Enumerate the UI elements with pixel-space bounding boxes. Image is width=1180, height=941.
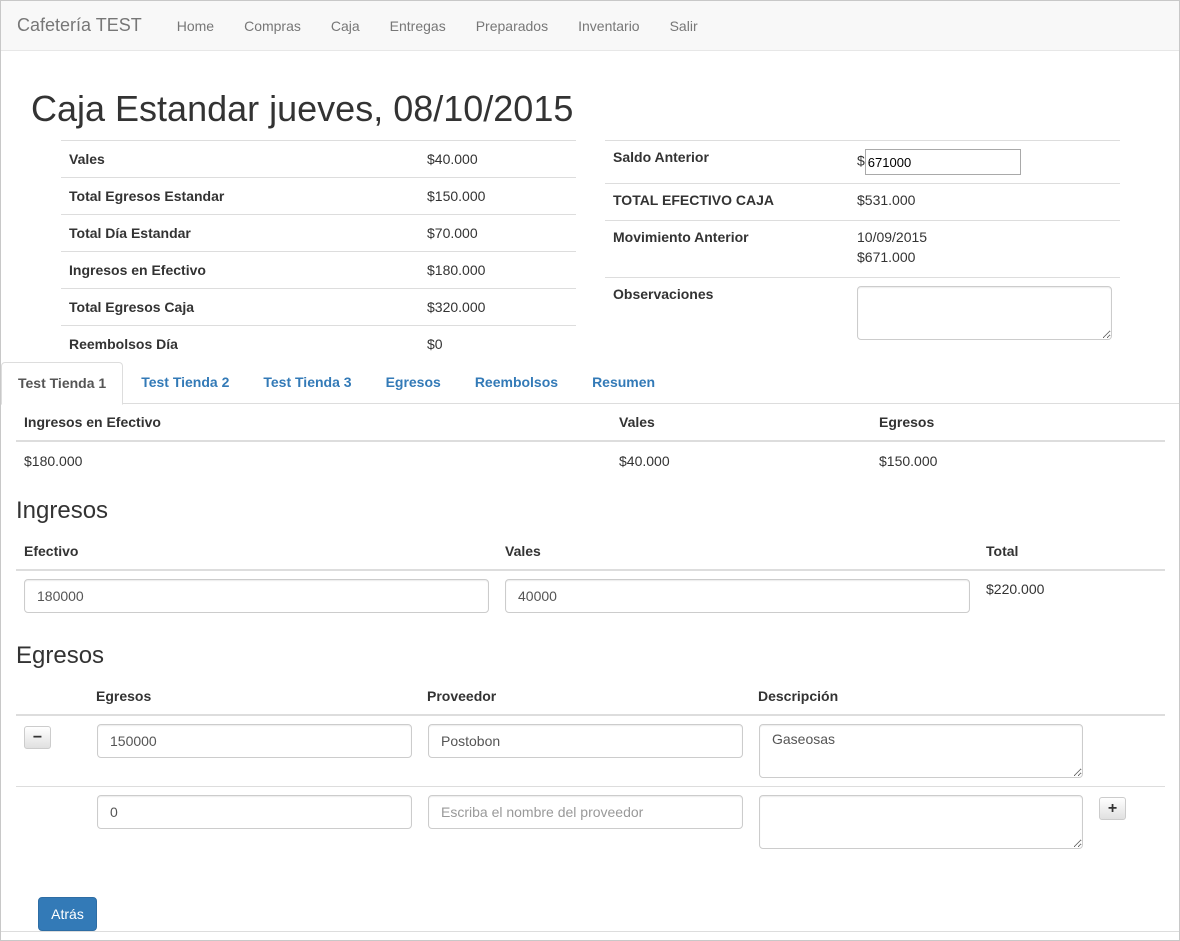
summary-row: Total Egresos Estandar $150.000 [61,177,576,215]
header-divider [16,714,1165,716]
page-title: Caja Estandar jueves, 08/10/2015 [31,88,574,129]
remove-row-button[interactable]: − [24,726,51,749]
ingresos-total: $220.000 [986,581,1045,597]
summary-row: Total Egresos Caja $320.000 [61,288,576,326]
tab-reembolsos[interactable]: Reembolsos [459,362,574,404]
summary-value: $40.000 [419,140,576,178]
movimiento-date: 10/09/2015 [857,229,928,245]
summary-value: $70.000 [419,214,576,252]
nav-link-preparados[interactable]: Preparados [461,18,563,34]
summary-row: Ingresos en Efectivo $180.000 [61,251,576,289]
back-button[interactable]: Atrás [38,897,97,931]
saldo-anterior-label: Saldo Anterior [605,140,849,184]
summary-label: Total Egresos Caja [61,288,419,326]
summary-value: $0 [419,325,576,363]
column-header: Egresos [871,404,1165,442]
column-header-proveedor: Proveedor [427,688,497,704]
column-header: Total [978,533,1165,571]
tab-test-tienda-1[interactable]: Test Tienda 1 [1,362,124,405]
tab-test-tienda-3[interactable]: Test Tienda 3 [247,362,367,404]
observaciones-label: Observaciones [605,277,849,351]
navbar-brand[interactable]: Cafetería TEST [1,15,157,36]
total-efectivo-row: TOTAL EFECTIVO CAJA $531.000 [605,183,1120,221]
row-divider [16,786,1165,787]
nav-link-salir[interactable]: Salir [655,18,713,34]
table-cell: $180.000 [24,452,83,469]
column-header-egresos: Egresos [96,688,152,704]
tab-bar: Test Tienda 1 Test Tienda 2 Test Tienda … [1,362,1179,405]
vales-input[interactable] [505,579,970,613]
summary-label: Total Día Estandar [61,214,419,252]
egreso-monto-input[interactable] [97,724,412,758]
summary-label: Vales [61,140,419,178]
observaciones-cell [849,277,1120,351]
ingresos-heading: Ingresos [16,497,109,524]
nav-link-entregas[interactable]: Entregas [375,18,461,34]
summary-value: $150.000 [419,177,576,215]
summary-label: Total Egresos Estandar [61,177,419,215]
observaciones-textarea[interactable] [857,286,1112,340]
efectivo-cell [16,570,497,616]
proveedor-input-new[interactable] [428,795,743,829]
vales-cell [497,570,978,616]
column-header: Vales [497,533,978,571]
proveedor-input[interactable] [428,724,743,758]
total-efectivo-value: $531.000 [849,183,1120,221]
nav-link-inventario[interactable]: Inventario [563,18,654,34]
saldo-anterior-cell: $ [849,140,1120,184]
summary-row: Vales $40.000 [61,140,576,178]
nav-link-compras[interactable]: Compras [229,18,316,34]
summary-table-right: Saldo Anterior $ TOTAL EFECTIVO CAJA $53… [605,140,1120,351]
tab-resumen[interactable]: Resumen [576,362,671,404]
summary-label: Reembolsos Día [61,325,419,363]
nav-link-home[interactable]: Home [162,18,229,34]
movimiento-row: Movimiento Anterior 10/09/2015 $671.000 [605,220,1120,278]
tab-test-tienda-2[interactable]: Test Tienda 2 [125,362,245,404]
store-table: Ingresos en Efectivo Vales Egresos $180.… [16,404,1165,479]
saldo-anterior-input[interactable] [864,149,1021,175]
movimiento-anterior-label: Movimiento Anterior [605,220,849,278]
column-header-descripcion: Descripción [758,688,839,704]
plus-icon: + [1107,799,1118,817]
tab-egresos[interactable]: Egresos [370,362,457,404]
table-cell: $150.000 [879,452,938,469]
movimiento-anterior-cell: 10/09/2015 $671.000 [849,220,1120,278]
efectivo-input[interactable] [24,579,489,613]
ingresos-row: $220.000 [16,570,1165,616]
currency-prefix: $ [857,152,865,169]
egreso-monto-input-new[interactable] [97,795,412,829]
egresos-heading: Egresos [16,642,105,669]
movimiento-value: $671.000 [857,249,916,265]
summary-value: $320.000 [419,288,576,326]
summary-label: Ingresos en Efectivo [61,251,419,289]
column-header: Ingresos en Efectivo [16,404,611,442]
observaciones-row: Observaciones [605,277,1120,351]
ingresos-table: Efectivo Vales Total $220.000 [16,533,1165,616]
saldo-row: Saldo Anterior $ [605,140,1120,184]
minus-icon: − [32,728,43,746]
summary-row: Total Día Estandar $70.000 [61,214,576,252]
descripcion-textarea-new[interactable] [759,795,1083,849]
nav-link-caja[interactable]: Caja [316,18,375,34]
column-header: Efectivo [16,533,497,571]
column-header: Vales [611,404,871,442]
add-row-button[interactable]: + [1099,797,1126,820]
table-row: $180.000 $40.000 $150.000 [16,441,1165,479]
descripcion-textarea[interactable]: Gaseosas [759,724,1083,778]
store-table-header: Ingresos en Efectivo Vales Egresos [16,404,1165,442]
footer-divider [1,931,1179,932]
summary-table-left: Vales $40.000 Total Egresos Estandar $15… [61,140,576,363]
ingresos-header: Efectivo Vales Total [16,533,1165,571]
summary-value: $180.000 [419,251,576,289]
table-cell: $40.000 [619,452,670,469]
navbar: Cafetería TEST Home Compras Caja Entrega… [1,1,1179,51]
total-efectivo-label: TOTAL EFECTIVO CAJA [605,183,849,221]
summary-row: Reembolsos Día $0 [61,325,576,363]
